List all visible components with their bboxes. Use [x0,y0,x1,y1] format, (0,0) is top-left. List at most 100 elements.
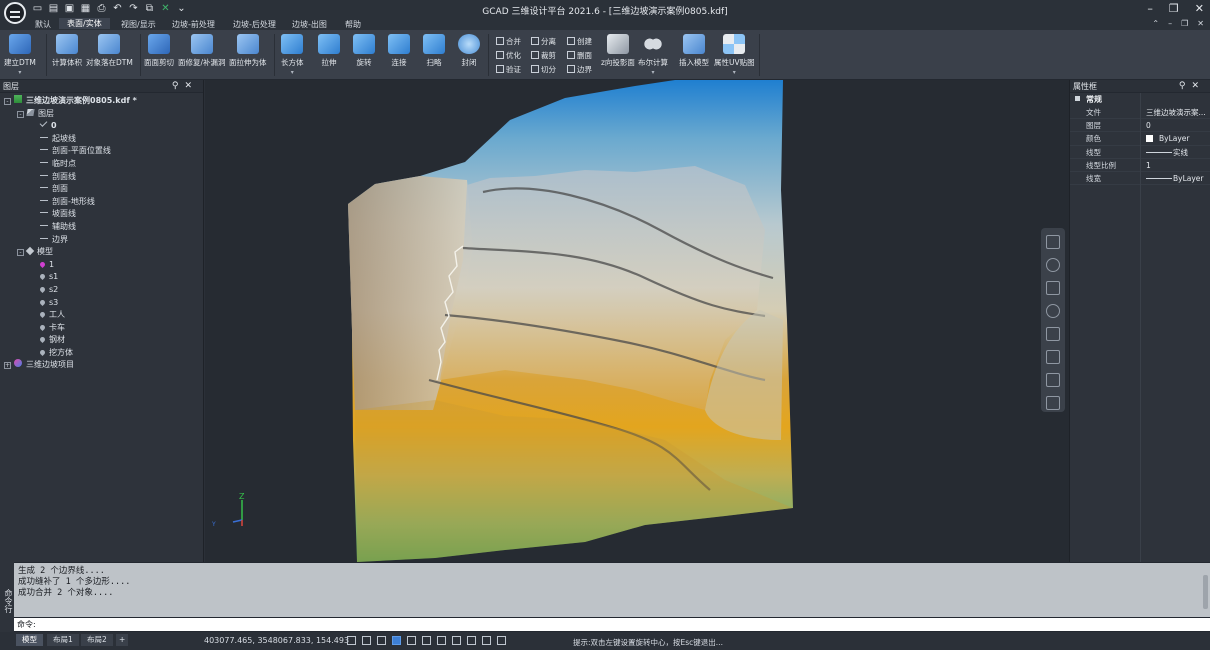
grid-icon[interactable] [347,636,356,645]
restore-icon[interactable]: ❐ [1169,2,1179,15]
tree-item[interactable]: + 三维边坡项目 [0,359,203,372]
fullscreen-icon[interactable] [497,636,506,645]
merge-button[interactable]: 合并 [496,36,521,47]
connect-button[interactable]: 连接 [388,34,410,68]
tree-item[interactable]: - 图层 [0,108,203,121]
object-snap-icon[interactable] [407,636,416,645]
boolean-button[interactable]: 布尔计算 ▾ [638,34,668,76]
pin-icon[interactable]: ⚲ [172,81,185,91]
view-3d-icon[interactable] [1046,373,1060,387]
annotation-icon[interactable] [452,636,461,645]
extrude-surface-button[interactable]: 面拉伸为体 [229,34,267,68]
tree-item[interactable]: 坡面线 [0,208,203,221]
tab-layout2[interactable]: 布局2 [81,634,113,646]
property-value[interactable]: ByLayer [1143,132,1209,145]
minimize-icon[interactable]: – [1147,2,1153,15]
sweep-button[interactable]: 扫略 [423,34,445,68]
doc-restore-icon[interactable]: ❐ [1181,19,1188,28]
tab-layout1[interactable]: 布局1 [47,634,79,646]
doc-close-icon[interactable]: ✕ [1197,19,1204,28]
gear-icon[interactable] [467,636,476,645]
tree-item[interactable]: 辅助线 [0,221,203,234]
property-value[interactable]: ByLayer [1143,172,1209,185]
property-value[interactable]: 1 [1143,159,1209,172]
property-value[interactable]: 实线 [1143,146,1209,159]
polar-icon[interactable] [392,636,401,645]
tree-item[interactable]: 边界 [0,234,203,247]
orbit-icon[interactable] [1046,258,1060,272]
snap-icon[interactable] [377,636,386,645]
close-panel-icon[interactable]: ✕ [1191,81,1205,91]
collapse-toggle-icon[interactable]: - [4,98,11,105]
tab-surface-solid[interactable]: 表面/实体 [59,18,110,29]
zoom-window-icon[interactable] [1046,327,1060,341]
lineweight-icon[interactable] [422,636,431,645]
tree-item[interactable]: 卡车 [0,322,203,335]
command-input[interactable]: 命令: [14,618,1210,631]
pin-icon[interactable]: ⚲ [1179,81,1192,91]
zoom-previous-icon[interactable] [1046,350,1060,364]
tree-item[interactable]: 工人 [0,309,203,322]
3d-viewport[interactable]: Z Y [205,80,1069,562]
box-button[interactable]: 长方体 ▾ [281,34,304,76]
tree-item[interactable]: s3 [0,297,203,310]
property-value[interactable]: 三维边坡演示案... [1143,106,1209,119]
revolve-button[interactable]: 旋转 [353,34,375,68]
delete-face-button[interactable]: 删面 [567,50,592,61]
tab-model[interactable]: 模型 [16,634,43,646]
tree-item[interactable]: 钢材 [0,334,203,347]
tab-slope-preprocess[interactable]: 边坡-前处理 [172,19,215,30]
command-line-tab[interactable]: 命令行 [0,562,14,632]
close-solid-button[interactable]: 封闭 [458,34,480,68]
tree-item[interactable]: - 三维边坡演示案例0805.kdf * [0,95,203,108]
tree-item[interactable]: 剖面-地形线 [0,196,203,209]
drop-to-dtm-button[interactable]: 对象落在DTM [86,34,133,68]
separate-button[interactable]: 分离 [531,36,556,47]
tab-slope-postprocess[interactable]: 边坡-后处理 [233,19,276,30]
uv-map-button[interactable]: 属性UV贴图 ▾ [714,34,755,76]
workspace-icon[interactable] [482,636,491,645]
app-logo[interactable] [4,2,26,24]
close-panel-icon[interactable]: ✕ [184,81,198,91]
insert-model-button[interactable]: 插入模型 [679,34,709,68]
tree-item[interactable]: 1 [0,259,203,272]
expand-toggle-icon[interactable]: + [4,362,11,370]
tree-item[interactable]: 临时点 [0,158,203,171]
ribbon-collapse-icon[interactable]: ⌃ [1152,19,1159,28]
extrude-button[interactable]: 拉伸 [318,34,340,68]
create-button[interactable]: 创建 [567,36,592,47]
history-scrollbar[interactable] [1203,575,1208,609]
surface-repair-button[interactable]: 面修复/补漏洞 [178,34,226,68]
tree-item[interactable]: 剖面线 [0,171,203,184]
property-value[interactable]: 0 [1143,119,1209,132]
compute-volume-button[interactable]: 计算体积 [52,34,82,68]
tree-item[interactable]: s2 [0,284,203,297]
z-projection-button[interactable]: z向投影面 [601,34,635,68]
pan-icon[interactable] [1046,281,1060,295]
tree-item[interactable]: 挖方体 [0,347,203,360]
zoom-icon[interactable] [1046,304,1060,318]
doc-minimize-icon[interactable]: – [1168,19,1172,28]
tree-item[interactable]: 0 [0,119,203,133]
boundary-button[interactable]: 边界 [567,64,592,75]
selection-icon[interactable] [437,636,446,645]
tree-item[interactable]: 剖面-平面位置线 [0,145,203,158]
validate-button[interactable]: 验证 [496,64,521,75]
surface-cut-button[interactable]: 面面剪切 [144,34,174,68]
collapse-toggle-icon[interactable]: - [17,249,24,257]
build-dtm-button[interactable]: 建立DTM ▾ [4,34,36,76]
tree-item[interactable]: 起坡线 [0,133,203,146]
split-button[interactable]: 切分 [531,64,556,75]
tab-slope-output[interactable]: 边坡-出图 [292,19,327,30]
optimize-button[interactable]: 优化 [496,50,521,61]
tab-default[interactable]: 默认 [35,19,51,30]
trim-button[interactable]: 裁剪 [531,50,556,61]
tree-item[interactable]: s1 [0,271,203,284]
tab-view-display[interactable]: 视图/显示 [121,19,156,30]
add-layout-button[interactable]: + [116,634,129,646]
tab-help[interactable]: 帮助 [345,19,361,30]
ortho-icon[interactable] [362,636,371,645]
view-cube-icon[interactable] [1046,235,1060,249]
close-window-icon[interactable]: ✕ [1195,2,1204,15]
collapse-toggle-icon[interactable]: - [17,110,24,118]
